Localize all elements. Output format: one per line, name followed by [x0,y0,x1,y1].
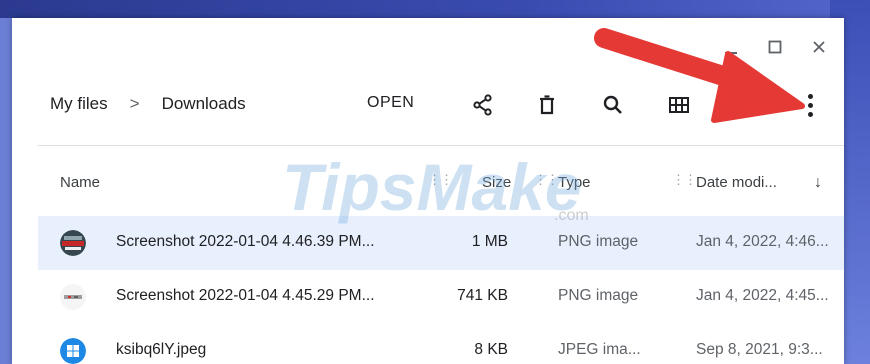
share-button[interactable] [470,92,496,118]
file-name: ksibq6lY.jpeg [116,341,207,358]
maximize-button[interactable] [764,36,786,58]
breadcrumb-downloads[interactable]: Downloads [162,94,246,114]
file-date: Jan 4, 2022, 4:46... [696,233,829,250]
delete-icon [540,95,554,115]
share-icon [473,94,492,116]
file-date: Sep 8, 2021, 9:3... [696,341,823,358]
files-app-window: My files > Downloads OPEN A Name ⋮⋮ Size… [12,18,844,364]
column-resize-handle[interactable]: ⋮⋮ [428,172,453,188]
column-resize-handle[interactable]: ⋮⋮ [672,172,697,188]
window-controls [720,36,830,58]
sort-button[interactable]: A [734,94,745,114]
column-header-name[interactable]: Name [60,174,100,191]
maximize-icon [768,40,782,54]
close-button[interactable] [808,36,830,58]
column-header-type[interactable]: Type [558,174,591,191]
image-thumbnail-icon [60,230,86,256]
search-icon [603,95,622,114]
file-thumbnail [60,230,86,256]
minimize-icon [725,52,737,54]
file-size: 1 MB [471,233,508,250]
more-vert-icon [807,93,813,99]
file-type: PNG image [558,233,639,250]
delete-button[interactable] [534,92,560,118]
toolbar: My files > Downloads OPEN A [12,80,844,134]
file-type: JPEG ima... [558,341,641,358]
minimize-button[interactable] [720,36,742,58]
column-header-date[interactable]: Date modi... [696,174,777,191]
sort-direction-icon[interactable]: ↓ [814,174,822,192]
toolbar-divider [38,145,844,146]
more-vert-icon-dot [807,102,813,108]
file-row[interactable]: Screenshot 2022-01-04 4.46.39 PM... 1 MB… [38,216,844,270]
file-date: Jan 4, 2022, 4:45... [696,287,829,304]
breadcrumb: My files > Downloads [50,94,246,114]
file-row[interactable]: ksibq6lY.jpeg 8 KB JPEG ima... Sep 8, 20… [38,324,844,364]
file-name: Screenshot 2022-01-04 4.46.39 PM... [116,233,375,250]
open-button[interactable]: OPEN [367,94,414,112]
more-options-button[interactable] [800,90,820,120]
grid-view-button[interactable] [666,92,692,118]
grid-view-icon [669,97,689,113]
breadcrumb-separator: > [129,94,140,113]
file-thumbnail [60,284,86,310]
file-size: 8 KB [474,341,508,358]
file-type: PNG image [558,287,639,304]
column-header-size[interactable]: Size [482,174,511,191]
file-name: Screenshot 2022-01-04 4.45.29 PM... [116,287,375,304]
column-header-row: Name ⋮⋮ Size ⋮⋮ Type ⋮⋮ Date modi... ↓ [38,162,844,202]
desktop-background-top [0,0,870,18]
close-icon [813,41,825,53]
more-vert-icon-dot [807,111,813,117]
file-row[interactable]: Screenshot 2022-01-04 4.45.29 PM... 741 … [38,270,844,324]
column-resize-handle[interactable]: ⋮⋮ [534,172,559,188]
windows-logo-thumbnail-icon [60,338,86,364]
file-size: 741 KB [457,287,508,304]
search-button[interactable] [600,92,626,118]
image-thumbnail-icon [60,284,86,310]
file-thumbnail [60,338,86,364]
breadcrumb-my-files[interactable]: My files [50,94,108,114]
